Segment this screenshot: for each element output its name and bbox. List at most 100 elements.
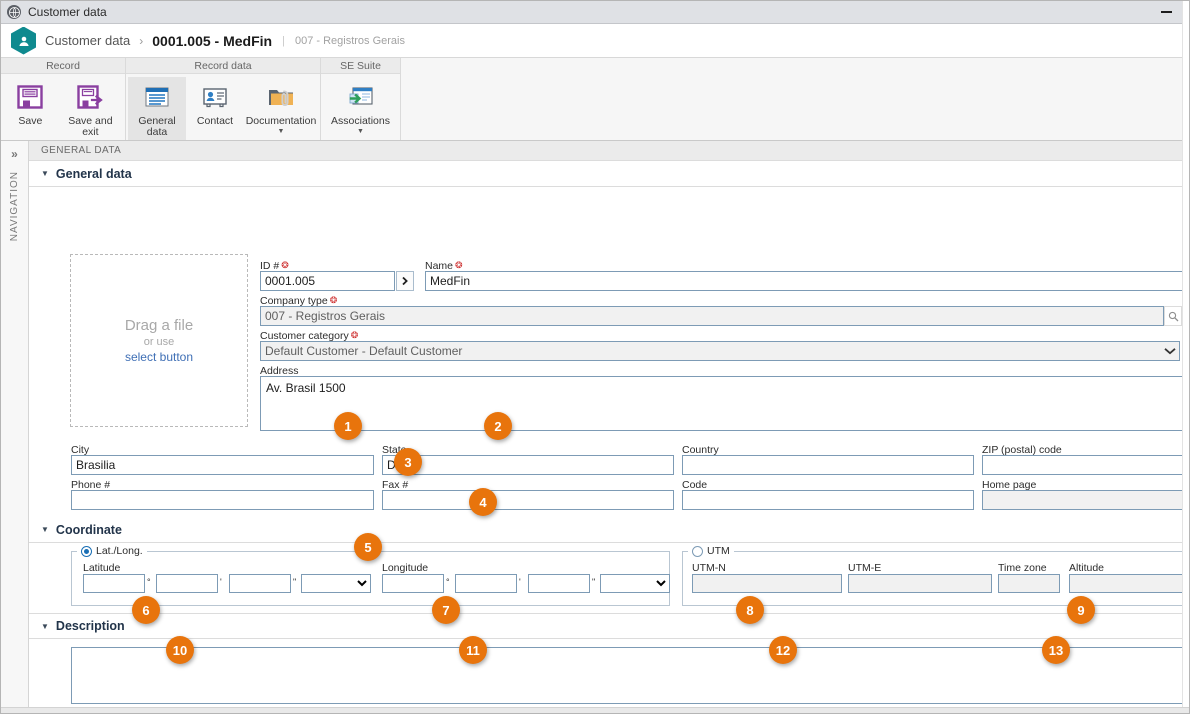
select-file-button[interactable]: select button xyxy=(125,350,193,364)
general-data-panel-title: General data xyxy=(55,166,132,181)
breadcrumb-subtitle: 007 - Registros Gerais xyxy=(294,34,405,47)
ribbon-group-se-suite: SE Suite Associations ▼ xyxy=(321,58,401,140)
address-textarea[interactable] xyxy=(260,376,1189,431)
customer-category-dropdown-button[interactable] xyxy=(1160,341,1180,361)
altitude-label-text: Altitude xyxy=(1069,562,1105,574)
callout-badge-2: 2 xyxy=(484,412,512,440)
required-icon: ❂ xyxy=(455,260,463,270)
documentation-tab-label: Documentation xyxy=(245,115,317,127)
utm-n-input[interactable] xyxy=(692,574,842,593)
minimize-button[interactable] xyxy=(1149,1,1183,23)
contact-card-icon xyxy=(200,80,230,114)
ribbon-group-record-data-title: Record data xyxy=(126,58,320,74)
chevron-right-icon xyxy=(402,276,408,286)
callout-badge-5: 5 xyxy=(354,533,382,561)
breadcrumb-pipe: | xyxy=(282,34,285,47)
id-input[interactable] xyxy=(260,271,395,291)
associations-button[interactable]: Associations ▼ xyxy=(323,77,398,137)
name-input[interactable] xyxy=(425,271,1189,291)
customer-category-input[interactable] xyxy=(260,341,1180,361)
second-symbol-text: " xyxy=(592,577,596,587)
longitude-degrees-input[interactable] xyxy=(382,574,444,593)
time-zone-input[interactable] xyxy=(998,574,1060,593)
longitude-degree-symbol: ° xyxy=(446,577,450,587)
general-data-content: GENERAL DATA ▼ General data Drag a file … xyxy=(29,141,1189,713)
state-input[interactable] xyxy=(382,455,674,475)
latitude-second-symbol: " xyxy=(293,577,296,587)
general-data-icon xyxy=(142,80,172,114)
fax-input[interactable] xyxy=(382,490,674,510)
chevron-double-right-icon[interactable]: » xyxy=(11,147,18,161)
file-dropzone[interactable]: Drag a file or use select button xyxy=(70,254,248,427)
coordinate-section-header[interactable]: ▼ Coordinate xyxy=(29,517,1189,543)
latitude-label-text: Latitude xyxy=(83,562,121,574)
latlong-radio[interactable] xyxy=(81,545,92,557)
longitude-minutes-input[interactable] xyxy=(455,574,517,593)
save-button[interactable]: Save xyxy=(3,77,58,129)
degree-symbol-text: ° xyxy=(446,577,450,587)
company-type-search-button[interactable] xyxy=(1164,306,1182,326)
description-textarea[interactable] xyxy=(71,647,1189,704)
latitude-degrees-input[interactable] xyxy=(83,574,145,593)
second-symbol-text: " xyxy=(293,577,297,587)
altitude-input[interactable] xyxy=(1069,574,1189,593)
ribbon-spacer xyxy=(401,58,1189,140)
breadcrumb-separator-icon: › xyxy=(139,33,144,48)
save-and-exit-icon xyxy=(75,80,105,114)
longitude-seconds-input[interactable] xyxy=(528,574,590,593)
latitude-minutes-input[interactable] xyxy=(156,574,218,593)
window-titlebar: Customer data xyxy=(1,1,1189,24)
required-icon: ❂ xyxy=(281,260,289,270)
latlong-legend[interactable]: Lat./Long. xyxy=(77,545,147,557)
time-zone-label: Time zone xyxy=(998,562,1047,574)
triangle-down-icon: ▼ xyxy=(41,621,49,631)
documentation-tab[interactable]: Documentation ▼ xyxy=(244,77,318,137)
callout-badge-13: 13 xyxy=(1042,636,1070,664)
time-zone-label-text: Time zone xyxy=(998,562,1047,574)
phone-input[interactable] xyxy=(71,490,374,510)
callout-badge-6: 6 xyxy=(132,596,160,624)
home-page-input[interactable] xyxy=(982,490,1189,510)
coordinate-section-title: Coordinate xyxy=(55,522,122,537)
utm-radio[interactable] xyxy=(692,545,703,557)
save-and-exit-button-label: Save and exit xyxy=(68,115,113,138)
save-and-exit-button[interactable]: Save and exit xyxy=(58,77,123,140)
ribbon-group-record-title: Record xyxy=(1,58,125,74)
latitude-hemisphere-select[interactable] xyxy=(301,574,371,593)
general-data-tab[interactable]: General data xyxy=(128,77,186,140)
callout-badge-7: 7 xyxy=(432,596,460,624)
ribbon-group-record-data: Record data General data Contact Documen… xyxy=(126,58,321,140)
minute-symbol-text: ' xyxy=(519,577,521,587)
navigation-label: NAVIGATION xyxy=(9,171,20,242)
chevron-down-icon[interactable]: ▼ xyxy=(278,128,285,135)
breadcrumb: Customer data › 0001.005 - MedFin | 007 … xyxy=(1,24,1189,58)
globe-icon xyxy=(7,5,21,19)
section-header: GENERAL DATA xyxy=(29,141,1189,161)
breadcrumb-root[interactable]: Customer data xyxy=(45,33,130,48)
utm-e-input[interactable] xyxy=(848,574,992,593)
utm-e-label-text: UTM-E xyxy=(848,562,882,574)
contact-tab-label: Contact xyxy=(196,115,234,127)
chevron-down-icon[interactable]: ▼ xyxy=(357,128,364,135)
country-input[interactable] xyxy=(682,455,974,475)
id-next-button[interactable] xyxy=(396,271,414,291)
longitude-label: Longitude xyxy=(382,562,428,574)
chevron-down-icon xyxy=(1164,348,1176,355)
description-section-header[interactable]: ▼ Description xyxy=(29,613,1189,639)
general-data-panel-header[interactable]: ▼ General data xyxy=(29,161,1189,187)
company-type-input[interactable] xyxy=(260,306,1164,326)
utm-legend[interactable]: UTM xyxy=(688,545,734,557)
contact-tab[interactable]: Contact xyxy=(186,77,244,129)
utm-n-label: UTM-N xyxy=(692,562,726,574)
degree-symbol-text: ° xyxy=(147,577,151,587)
associations-icon xyxy=(346,80,376,114)
code-input[interactable] xyxy=(682,490,974,510)
minute-symbol-text: ' xyxy=(220,577,222,587)
window-title: Customer data xyxy=(28,5,107,19)
navigation-strip[interactable]: » NAVIGATION xyxy=(1,141,29,713)
latitude-seconds-input[interactable] xyxy=(229,574,291,593)
longitude-hemisphere-select[interactable] xyxy=(600,574,670,593)
ribbon-toolbar: Record Save Save and exit Record data Ge… xyxy=(1,58,1189,141)
city-input[interactable] xyxy=(71,455,374,475)
zip-input[interactable] xyxy=(982,455,1189,475)
